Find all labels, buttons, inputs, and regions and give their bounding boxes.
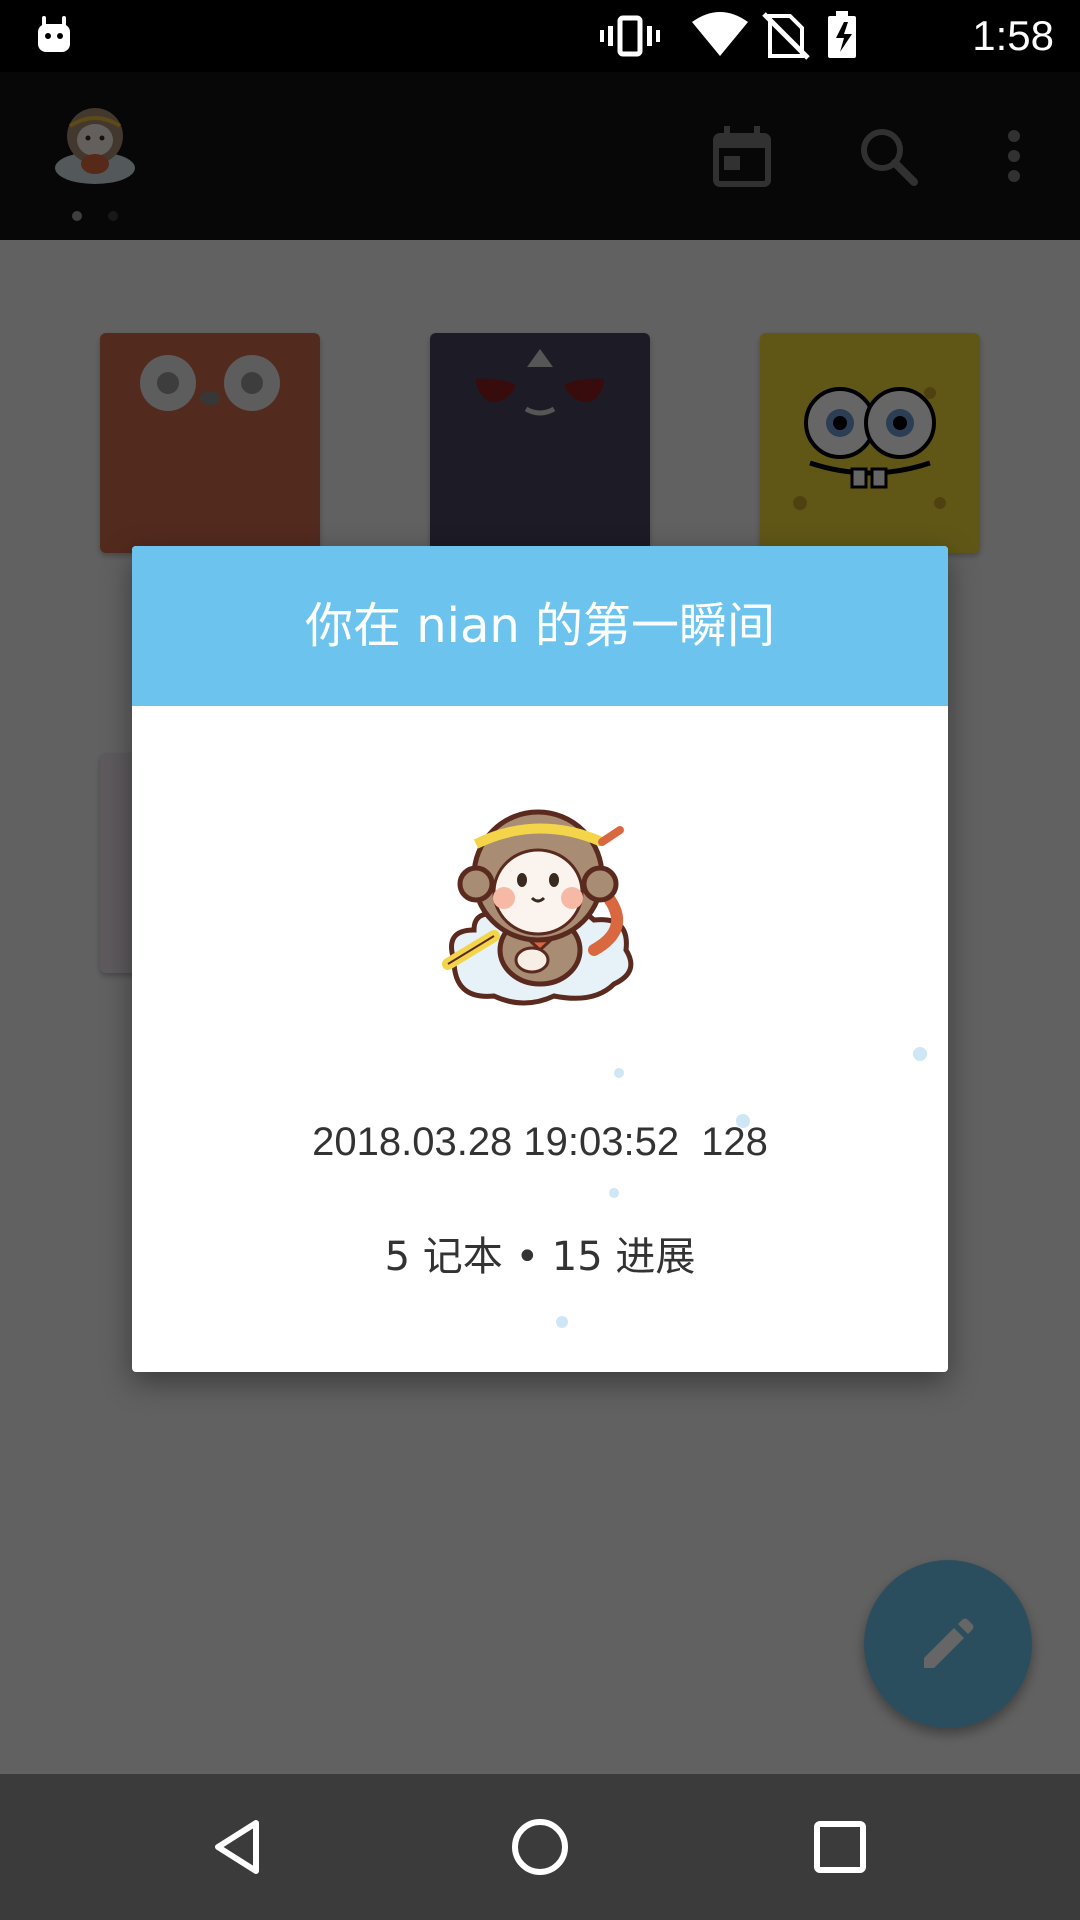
notebook-stats: 5 记本 • 15 进展 — [384, 1234, 696, 1280]
navigation-bar — [0, 1774, 1080, 1920]
sparkle-dot — [556, 1316, 568, 1328]
monkey-king-mascot — [442, 809, 634, 1006]
home-icon[interactable] — [504, 1811, 576, 1883]
battery-charging-icon — [828, 11, 856, 58]
status-time: 1:58 — [972, 12, 1054, 59]
sparkle-dot — [614, 1068, 624, 1078]
android-robot-icon — [38, 16, 70, 52]
first-moment-count: 128 — [701, 1120, 768, 1164]
first-moment-dialog: 你在 nian 的第一瞬间 2018.03.28 19:03:52 128 5 … — [132, 546, 948, 1372]
no-sim-icon — [762, 12, 810, 60]
recents-icon[interactable] — [804, 1811, 876, 1883]
first-moment-info: 2018.03.28 19:03:52 128 — [132, 1120, 948, 1165]
vibrate-icon — [600, 15, 660, 57]
status-bar: 1:58 — [0, 0, 1080, 72]
status-icons — [600, 11, 856, 60]
sparkle-dot — [913, 1047, 927, 1061]
back-icon[interactable] — [204, 1811, 276, 1883]
sparkle-dot — [609, 1188, 619, 1198]
wifi-icon — [692, 12, 748, 56]
first-moment-date: 2018.03.28 19:03:52 — [312, 1120, 680, 1164]
dialog-title: 你在 nian 的第一瞬间 — [132, 546, 948, 706]
